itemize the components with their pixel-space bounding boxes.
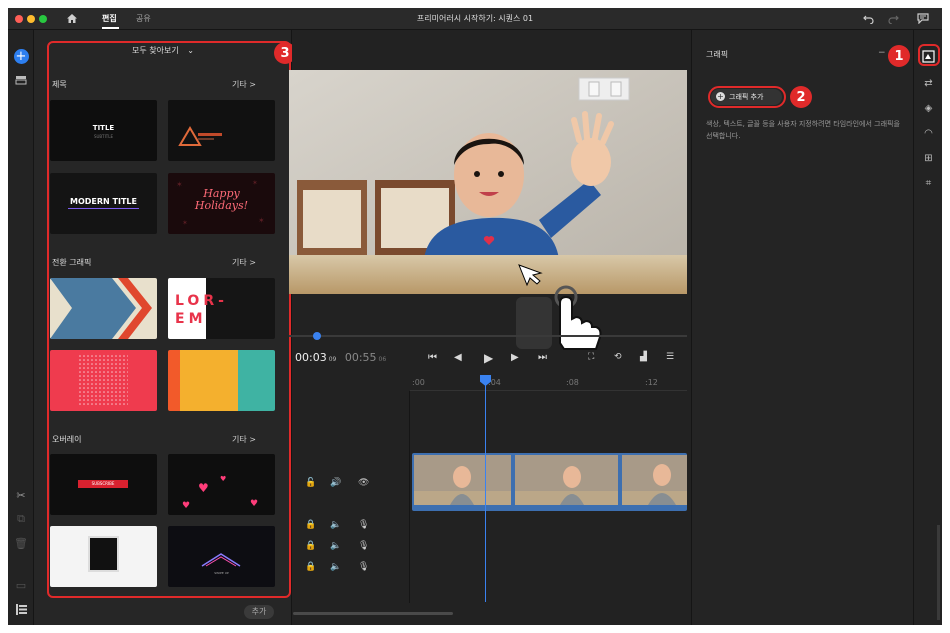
callout-box-2 [708,86,786,108]
graphics-properties-panel: 그래픽 − + 그래픽 추가 색상, 텍스트, 글꼴 등을 사용자 지정하려면 타… [691,30,913,625]
undo-icon[interactable] [863,14,874,24]
ruler-label-0: :00 [412,378,425,387]
clip-filmstrip [414,455,687,505]
video-clip[interactable] [412,453,687,511]
rail-scrollbar[interactable] [937,525,940,620]
graphics-help-text: 색상, 텍스트, 글꼴 등을 사용자 지정하려면 타임라인에서 그래픽을 선택합… [706,120,900,140]
split-clip-icon[interactable]: ✂ [13,487,29,503]
color-icon[interactable]: ◈ [921,101,936,116]
right-tool-rail: ⇄ ◈ ◠ ⊞ ⌗ [913,30,942,625]
lock-icon[interactable]: 🔓 [305,478,316,488]
panel-title: 그래픽 [706,50,729,59]
callout-box-3 [47,41,291,598]
video-frame [289,70,687,294]
preview-scrub-track[interactable] [289,335,687,337]
add-media-icon[interactable]: + [13,48,29,64]
drag-hand-icon [516,285,602,350]
lock-icon[interactable]: 🔒 [305,562,316,572]
callout-badge-1: 1 [888,45,910,67]
project-title: 프리미어러시 시작하기: 시퀀스 01 [416,14,534,23]
audio-icon[interactable]: 🔈 [330,541,341,551]
loop-icon[interactable]: ⟲ [614,352,622,362]
audio-mix-icon[interactable]: ⊞ [921,151,936,166]
title-bar: 편집 공유 프리미어러시 시작하기: 시퀀스 01 [8,8,942,30]
video-preview[interactable] [289,70,687,294]
delete-icon[interactable]: 🗑 [13,535,29,551]
go-to-start-icon[interactable]: ⏮ [428,352,437,363]
audio-icon[interactable]: 🔈 [330,520,341,530]
callout-badge-2: 2 [790,86,812,108]
lock-icon[interactable]: 🔒 [305,541,316,551]
timeline-playhead[interactable] [485,375,486,602]
redo-icon[interactable] [888,14,899,24]
premiere-rush-window: 편집 공유 프리미어러시 시작하기: 시퀀스 01 + ✂ ⧉ 🗑 ▭ 모두 찾… [8,8,942,625]
total-time: 00:55 [344,351,377,364]
preview-scrub-handle[interactable] [313,332,321,340]
microphone-icon[interactable]: 🎙 [358,562,369,572]
add-graphic-to-timeline-button[interactable]: 추가 [244,605,274,619]
graphics-browser-panel: 모두 찾아보기 ⌄ 제목 기타 > TITLE SUBTITLE MODERN … [34,30,296,625]
timecode-display: 00:03 09 00:55 06 [295,351,386,364]
speed-icon[interactable]: ◠ [921,126,936,141]
ruler-label-3: :12 [645,378,658,387]
collapse-panel-icon[interactable]: − [878,48,886,58]
media-panel-icon[interactable] [13,72,29,88]
callout-box-1 [918,44,940,66]
fit-view-icon[interactable]: ⛶ [588,352,594,362]
duplicate-icon[interactable]: ⧉ [13,511,29,527]
timeline-horizontal-scrollbar[interactable] [293,612,453,615]
timeline-ruler[interactable]: :00 :04 :08 :12 [410,375,687,391]
timeline-view-icon[interactable] [13,601,29,617]
microphone-icon[interactable]: 🎙 [358,541,369,551]
step-forward-icon[interactable]: ▶︎ [511,352,519,363]
left-tool-rail: + ✂ ⧉ 🗑 ▭ [8,30,34,625]
microphone-icon[interactable]: 🎙 [358,520,369,530]
current-time: 00:03 [295,351,327,364]
go-to-end-icon[interactable]: ⏭ [538,352,547,363]
total-frames: 06 [378,356,387,363]
audio-icon[interactable]: 🔈 [330,562,341,572]
track-view-icon[interactable]: ▭ [13,577,29,593]
transform-icon[interactable]: ⌗ [921,176,936,191]
active-tab-indicator [102,27,119,29]
feedback-icon[interactable] [917,13,929,24]
step-back-icon[interactable]: ◀︎ [454,352,462,363]
play-icon[interactable]: ▶ [484,351,493,365]
lock-icon[interactable]: 🔒 [305,520,316,530]
current-frames: 09 [328,356,337,363]
ruler-label-2: :08 [566,378,579,387]
volume-levels-icon[interactable]: ▟ [640,352,647,362]
audio-icon[interactable]: 🔊 [330,478,341,488]
transitions-icon[interactable]: ⇄ [921,76,936,91]
eye-icon[interactable]: 👁 [358,478,369,488]
more-menu-icon[interactable]: ☰ [666,352,674,362]
